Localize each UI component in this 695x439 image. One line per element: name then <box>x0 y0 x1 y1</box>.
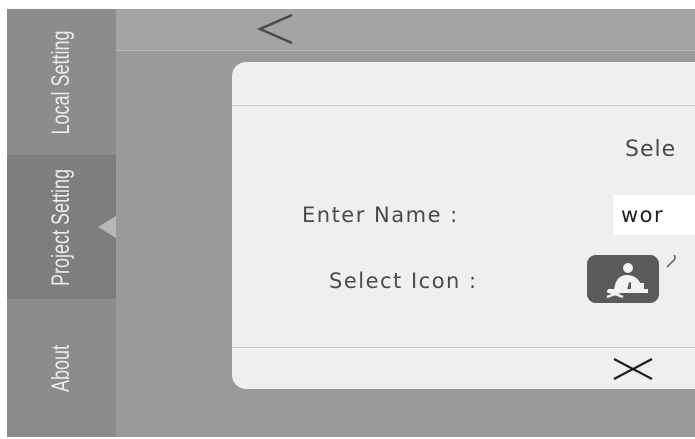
dialog-footer <box>232 347 695 389</box>
app-window: Local Setting Project Setting About Sele… <box>7 9 695 437</box>
background-area <box>116 389 695 437</box>
active-indicator-arrow <box>98 216 116 238</box>
sidebar-item-label: Local Setting <box>47 29 76 135</box>
close-button[interactable] <box>610 354 656 384</box>
dialog-header <box>232 62 695 106</box>
name-input[interactable] <box>613 195 695 235</box>
back-button[interactable] <box>254 11 298 47</box>
person-at-desk-icon <box>587 245 676 303</box>
create-project-dialog: Sele Enter Name : Select Icon : <box>232 62 695 389</box>
sidebar-item-label: Project Setting <box>47 168 75 286</box>
icon-label: Select Icon : <box>329 269 478 293</box>
sidebar: Local Setting Project Setting About <box>7 9 116 437</box>
dialog-title: Sele <box>625 137 677 162</box>
sidebar-item-about[interactable]: About <box>7 299 116 437</box>
close-icon <box>613 358 653 380</box>
sidebar-item-label: About <box>47 344 75 392</box>
name-label: Enter Name : <box>302 203 459 227</box>
sidebar-item-local-setting[interactable]: Local Setting <box>7 9 116 155</box>
chevron-left-icon <box>256 13 293 45</box>
top-bar <box>116 9 695 51</box>
icon-select-button[interactable] <box>587 245 682 303</box>
